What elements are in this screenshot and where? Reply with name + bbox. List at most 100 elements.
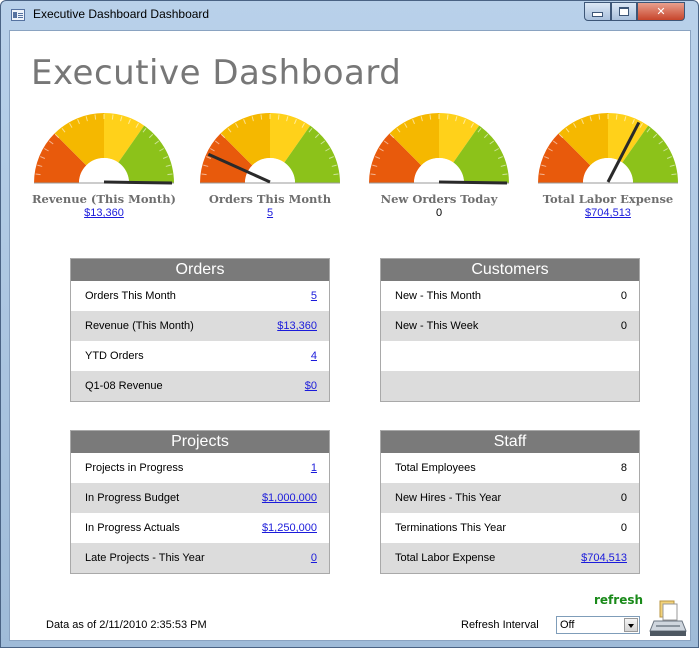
gauge-tick bbox=[333, 173, 339, 176]
row-value-link[interactable]: $13,360 bbox=[277, 320, 317, 332]
orders-panel: Orders Orders This Month 5 Revenue (This… bbox=[70, 258, 330, 402]
row-label: Revenue (This Month) bbox=[85, 320, 194, 332]
gauge-tick bbox=[260, 114, 263, 120]
gauge-needle bbox=[103, 180, 173, 185]
minimize-button[interactable] bbox=[584, 2, 611, 21]
data-timestamp: Data as of 2/11/2010 2:35:53 PM bbox=[46, 619, 207, 631]
gauge-tick bbox=[201, 173, 207, 176]
gauge-tick bbox=[539, 173, 545, 176]
gauge-label: Total Labor Expense bbox=[542, 192, 674, 206]
close-icon: ✕ bbox=[656, 5, 666, 18]
table-row: New - This Month 0 bbox=[381, 281, 639, 311]
selected-value: Off bbox=[560, 619, 575, 631]
row-value-link[interactable]: 4 bbox=[311, 350, 317, 362]
gauge-tick bbox=[370, 173, 376, 176]
gauge-tick bbox=[615, 114, 618, 120]
row-value-link[interactable]: $1,250,000 bbox=[262, 522, 317, 534]
dropdown-arrow-icon[interactable] bbox=[624, 618, 638, 632]
row-value-link[interactable]: 5 bbox=[311, 290, 317, 302]
projects-panel: Projects Projects in Progress 1 In Progr… bbox=[70, 430, 330, 574]
refresh-interval-label: Refresh Interval bbox=[461, 619, 539, 631]
table-row: Q1-08 Revenue $0 bbox=[71, 371, 329, 401]
gauge-needle bbox=[438, 180, 508, 185]
row-value-link[interactable]: $1,000,000 bbox=[262, 492, 317, 504]
row-value-link[interactable]: $704,513 bbox=[581, 552, 627, 564]
gauge-dial bbox=[369, 113, 509, 185]
row-value-link[interactable]: $0 bbox=[305, 380, 317, 392]
gauge-value-link[interactable]: 5 bbox=[190, 207, 350, 219]
row-value-link[interactable]: 0 bbox=[311, 552, 317, 564]
panel-header: Staff bbox=[381, 431, 639, 453]
table-row: Projects in Progress 1 bbox=[71, 453, 329, 483]
panel-header: Projects bbox=[71, 431, 329, 453]
gauge-labor-expense: Total Labor Expense $704,513 bbox=[528, 111, 688, 221]
gauge-tick bbox=[598, 114, 601, 120]
row-value: 0 bbox=[620, 492, 627, 504]
refresh-link[interactable]: refresh bbox=[594, 593, 643, 607]
printer-icon[interactable] bbox=[648, 599, 688, 639]
gauge-value-link[interactable]: $13,360 bbox=[24, 207, 184, 219]
refresh-interval-select[interactable]: Off bbox=[556, 616, 640, 634]
table-row-empty bbox=[381, 341, 639, 371]
table-row: New - This Week 0 bbox=[381, 311, 639, 341]
gauge-tick bbox=[429, 114, 432, 120]
table-row: New Hires - This Year 0 bbox=[381, 483, 639, 513]
table-row: YTD Orders 4 bbox=[71, 341, 329, 371]
gauge-label: Revenue (This Month) bbox=[32, 192, 176, 206]
gauge-tick bbox=[167, 173, 173, 176]
gauge-tick bbox=[277, 114, 280, 120]
form-icon bbox=[11, 9, 25, 21]
minimize-icon bbox=[592, 12, 603, 17]
gauge-label: Orders This Month bbox=[208, 192, 332, 206]
page-title: Executive Dashboard bbox=[31, 53, 402, 93]
maximize-button[interactable] bbox=[611, 2, 637, 21]
row-label: Late Projects - This Year bbox=[85, 552, 205, 564]
row-label: New Hires - This Year bbox=[395, 492, 502, 504]
row-label: New - This Month bbox=[395, 290, 481, 302]
row-value: 8 bbox=[620, 462, 627, 474]
gauge-value: 0 bbox=[435, 207, 443, 219]
title-bar[interactable]: Executive Dashboard Dashboard ✕ bbox=[1, 1, 698, 29]
row-label: Total Employees bbox=[395, 462, 476, 474]
gauge-tick bbox=[502, 173, 508, 176]
customers-panel: Customers New - This Month 0 New - This … bbox=[380, 258, 640, 402]
row-label: Total Labor Expense bbox=[395, 552, 496, 564]
gauge-label: New Orders Today bbox=[380, 192, 498, 206]
gauge-dial bbox=[34, 113, 174, 185]
row-value: 0 bbox=[620, 290, 627, 302]
row-label: In Progress Budget bbox=[85, 492, 180, 504]
row-label: In Progress Actuals bbox=[85, 522, 180, 534]
row-label: Terminations This Year bbox=[395, 522, 507, 534]
table-row: Revenue (This Month) $13,360 bbox=[71, 311, 329, 341]
row-label: Projects in Progress bbox=[85, 462, 184, 474]
table-row: Orders This Month 5 bbox=[71, 281, 329, 311]
row-value: 0 bbox=[620, 320, 627, 332]
table-row: In Progress Budget $1,000,000 bbox=[71, 483, 329, 513]
table-row: In Progress Actuals $1,250,000 bbox=[71, 513, 329, 543]
gauge-dial bbox=[538, 113, 678, 184]
gauge-dial bbox=[200, 113, 340, 184]
row-label: Q1-08 Revenue bbox=[85, 380, 163, 392]
gauge-tick bbox=[671, 173, 677, 176]
window-title: Executive Dashboard Dashboard bbox=[33, 7, 210, 21]
row-value-link[interactable]: 1 bbox=[311, 462, 317, 474]
panel-header: Orders bbox=[71, 259, 329, 281]
gauge-tick bbox=[94, 114, 97, 120]
staff-panel: Staff Total Employees 8 New Hires - This… bbox=[380, 430, 640, 574]
gauge-tick bbox=[446, 114, 449, 120]
maximize-icon bbox=[619, 7, 629, 16]
gauge-value-link[interactable]: $704,513 bbox=[528, 207, 688, 219]
panel-header: Customers bbox=[381, 259, 639, 281]
row-label: Orders This Month bbox=[85, 290, 176, 302]
table-row: Total Labor Expense $704,513 bbox=[381, 543, 639, 573]
close-button[interactable]: ✕ bbox=[637, 2, 685, 21]
table-row: Terminations This Year 0 bbox=[381, 513, 639, 543]
row-label: YTD Orders bbox=[85, 350, 144, 362]
gauge-revenue: Revenue (This Month) $13,360 bbox=[24, 111, 184, 221]
table-row: Late Projects - This Year 0 bbox=[71, 543, 329, 573]
gauge-tick bbox=[111, 114, 114, 120]
dashboard-form: Executive Dashboard Revenue (This Month)… bbox=[9, 30, 691, 641]
gauge-tick bbox=[35, 173, 41, 176]
row-label: New - This Week bbox=[395, 320, 479, 332]
gauge-orders: Orders This Month 5 bbox=[190, 111, 350, 221]
